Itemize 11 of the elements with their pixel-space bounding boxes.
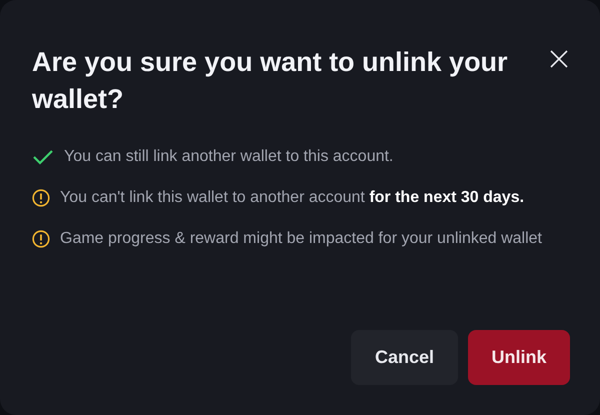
cancel-button[interactable]: Cancel [351,330,458,385]
close-icon [550,50,568,68]
notice-text: You can't link this wallet to another account for the next 30 days. [60,188,526,208]
unlink-button[interactable]: Unlink [468,330,570,385]
notice-text: Game progress & reward might be impacted for your unlinked wallet [60,229,543,249]
notice-text: You can still link another wallet to this account. [64,147,394,167]
warning-icon [32,189,50,207]
close-button[interactable] [548,48,570,70]
check-icon [32,148,54,166]
warning-icon [32,230,50,248]
dialog-title: Are you sure you want to unlink your wallet? [32,46,509,116]
